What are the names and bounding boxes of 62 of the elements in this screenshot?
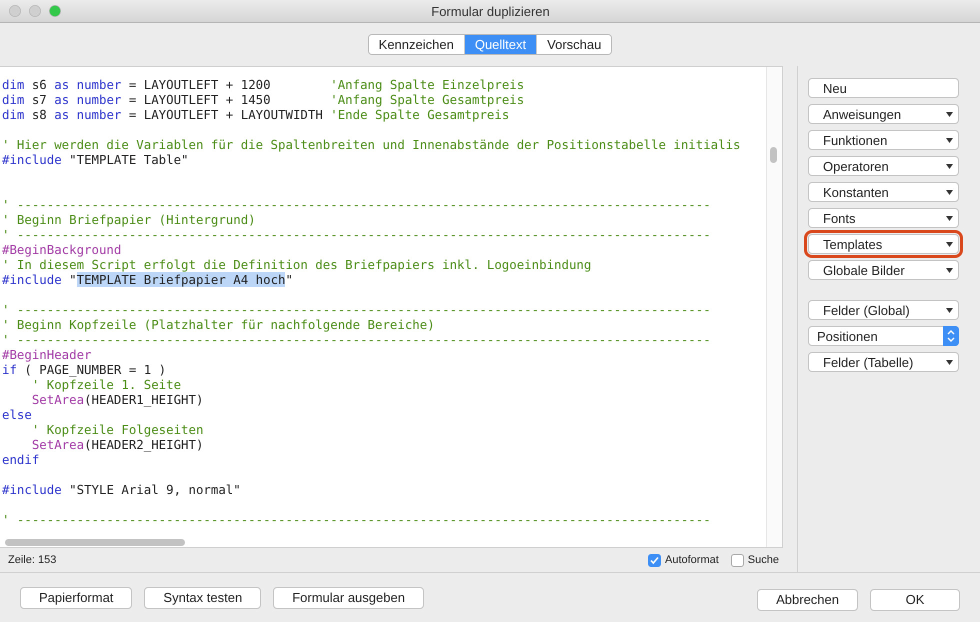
new-button[interactable]: Neu [808, 78, 959, 98]
stepper-icon [943, 326, 959, 346]
checkbox[interactable] [648, 554, 661, 566]
scrollbar-thumb[interactable] [5, 539, 185, 546]
code-line: ' --------------------------------------------------------------------------------------------- [2, 227, 711, 242]
window-control-icon[interactable] [49, 5, 61, 17]
code-line: ' --------------------------------------------------------------------------------------------- [2, 332, 711, 347]
caret-icon [946, 308, 953, 312]
code-line: else [2, 407, 32, 422]
pulldown-button[interactable]: Fonts [808, 208, 959, 228]
window-control-icon[interactable] [29, 5, 41, 17]
caret-icon [946, 164, 953, 168]
code-line: #include "TEMPLATE Briefpapier A4 hoch" [2, 272, 293, 287]
code-line: endif [2, 452, 40, 467]
pulldown-button[interactable]: Felder (Global) [808, 300, 959, 320]
code-line: ' Beginn Briefpapier (Hintergrund) [2, 212, 256, 227]
code-line: dim s6 as number = LAYOUTLEFT + 1200 'Anfang Spalte Einzelpreis [2, 77, 524, 92]
footer-button[interactable]: Syntax testen [144, 586, 262, 608]
caret-icon [946, 112, 953, 116]
code-line: ' --------------------------------------------------------------------------------------------- [2, 197, 711, 212]
pulldown-button[interactable]: Anweisungen [808, 104, 959, 124]
code-line: ' Beginn Kopfzeile (Platzhalter für nachfolgende Bereiche) [2, 317, 435, 332]
code-line: ' Kopfzeile Folgeseiten [30, 422, 204, 437]
checkbox[interactable] [730, 554, 744, 566]
dialog-button[interactable]: Abbrechen [757, 588, 858, 610]
dialog-button[interactable]: OK [870, 588, 960, 610]
caret-icon [946, 190, 953, 194]
pulldown-button[interactable]: Felder (Tabelle) [808, 352, 959, 372]
popup-menu[interactable]: Positionen [808, 326, 959, 346]
caret-icon [946, 138, 953, 142]
code-line: SetArea(HEADER1_HEIGHT) [30, 392, 204, 407]
code-line: dim s7 as number = LAYOUTLEFT + 1450 'Anfang Spalte Gesamtpreis [2, 92, 524, 107]
checkbox-label: Autoformat [664, 554, 719, 566]
caret-icon [946, 242, 953, 246]
scrollbar-thumb[interactable] [770, 147, 777, 163]
line-number-label: Zeile: 153 [8, 554, 58, 566]
pulldown-button[interactable]: Funktionen [808, 130, 959, 150]
code-line: dim s8 as number = LAYOUTLEFT + LAYOUTWIDTH 'Ende Spalte Gesamtpreis [2, 107, 510, 122]
footer-button[interactable]: Formular ausgeben [273, 586, 424, 608]
code-line: #BeginHeader [2, 347, 92, 362]
pulldown-button[interactable]: Operatoren [808, 156, 959, 176]
pulldown-button[interactable]: Globale Bilder [808, 260, 959, 280]
caret-icon [946, 360, 953, 364]
footer-button[interactable]: Papierformat [20, 586, 132, 608]
code-line: ' Hier werden die Variablen für die Spaltenbreiten und Innenabstände der Positionstabelle initialis [2, 137, 741, 152]
pulldown-button[interactable]: Konstanten [808, 182, 959, 202]
code-line: #include "STYLE Arial 9, normal" [2, 482, 241, 497]
tab[interactable]: Vorschau [536, 35, 612, 54]
code-line: #include "TEMPLATE Table" [2, 152, 189, 167]
window-title: Formular duplizieren [430, 4, 551, 18]
code-line: SetArea(HEADER2_HEIGHT) [30, 437, 204, 452]
code-line: ' --------------------------------------------------------------------------------------------- [2, 512, 711, 527]
code-line: ' In diesem Script erfolgt die Definition des Briefpapiers inkl. Logoeinbindung [2, 257, 592, 272]
window-control-icon[interactable] [9, 5, 21, 17]
code-line: if ( PAGE_NUMBER = 1 ) [2, 362, 166, 377]
code-editor[interactable] [0, 66, 783, 548]
checkbox-label: Suche [748, 554, 779, 566]
caret-icon [946, 268, 953, 272]
code-line: ' Kopfzeile 1. Seite [30, 377, 182, 392]
caret-icon [946, 216, 953, 220]
code-line: #BeginBackground [2, 242, 122, 257]
code-line: ' --------------------------------------------------------------------------------------------- [2, 302, 711, 317]
